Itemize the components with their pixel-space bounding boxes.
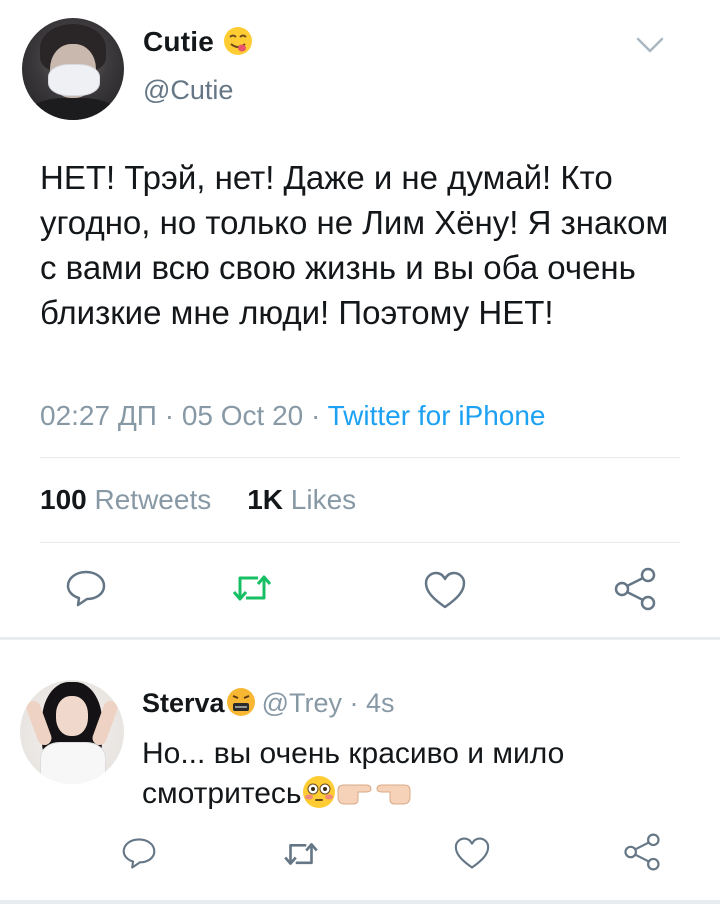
tweet-separator [0,900,720,904]
meta-separator: · [164,400,182,431]
avatar-shirt [28,98,118,120]
reply-header: Sterva @Trey · 4s [142,687,395,719]
likes-label: Likes [290,484,357,515]
pointing-right-hand-emoji [337,784,372,805]
tweet-stats: 100 Retweets 1K Likes [40,484,356,516]
like-icon[interactable] [452,836,492,870]
reply-icon[interactable] [64,568,108,608]
share-icon[interactable] [612,566,658,612]
reply-handle[interactable]: @Trey [262,688,342,718]
share-icon[interactable] [622,832,662,872]
smiling-face-tongue-emoji [223,26,252,55]
retweet-icon[interactable] [280,838,322,870]
reply-time: 4s [365,688,395,718]
avatar-face [56,696,88,736]
like-icon[interactable] [422,570,468,610]
grimacing-angry-face-emoji [226,687,255,716]
tweet-text: НЕТ! Трэй, нет! Даже и не думай! Кто уго… [40,159,669,331]
tweet-meta: 02:27 ДП · 05 Oct 20 · Twitter for iPhon… [40,400,546,432]
pointing-left-hand-emoji [376,784,411,805]
avatar-shirt [40,742,106,784]
divider [40,542,680,543]
avatar-mask [48,64,100,96]
reply-text: Но... вы очень красиво и мило смотритесь [142,734,682,814]
tweet-time: 02:27 ДП [40,400,157,431]
avatar[interactable] [22,18,124,120]
retweet-icon[interactable] [228,570,276,606]
retweets-count: 100 [40,484,87,515]
retweets-stat[interactable]: 100 Retweets [40,484,211,515]
reply-icon[interactable] [120,836,158,870]
reply-avatar[interactable] [20,680,124,784]
meta-separator: · [311,400,328,431]
likes-stat[interactable]: 1K Likes [247,484,356,515]
display-name[interactable]: Cutie [143,26,253,58]
flushed-face-emoji [302,776,335,809]
divider [40,457,680,458]
tweet-separator [0,637,720,640]
retweets-label: Retweets [94,484,212,515]
likes-count: 1K [247,484,284,515]
user-handle[interactable]: @Cutie [143,75,233,106]
meta-separator: · [341,688,366,718]
reply-display-name[interactable]: Sterva [142,688,225,718]
display-name-text: Cutie [143,26,214,57]
tweet-date: 05 Oct 20 [181,400,304,431]
tweet-source-link[interactable]: Twitter for iPhone [328,400,546,431]
chevron-down-icon[interactable] [636,36,664,54]
